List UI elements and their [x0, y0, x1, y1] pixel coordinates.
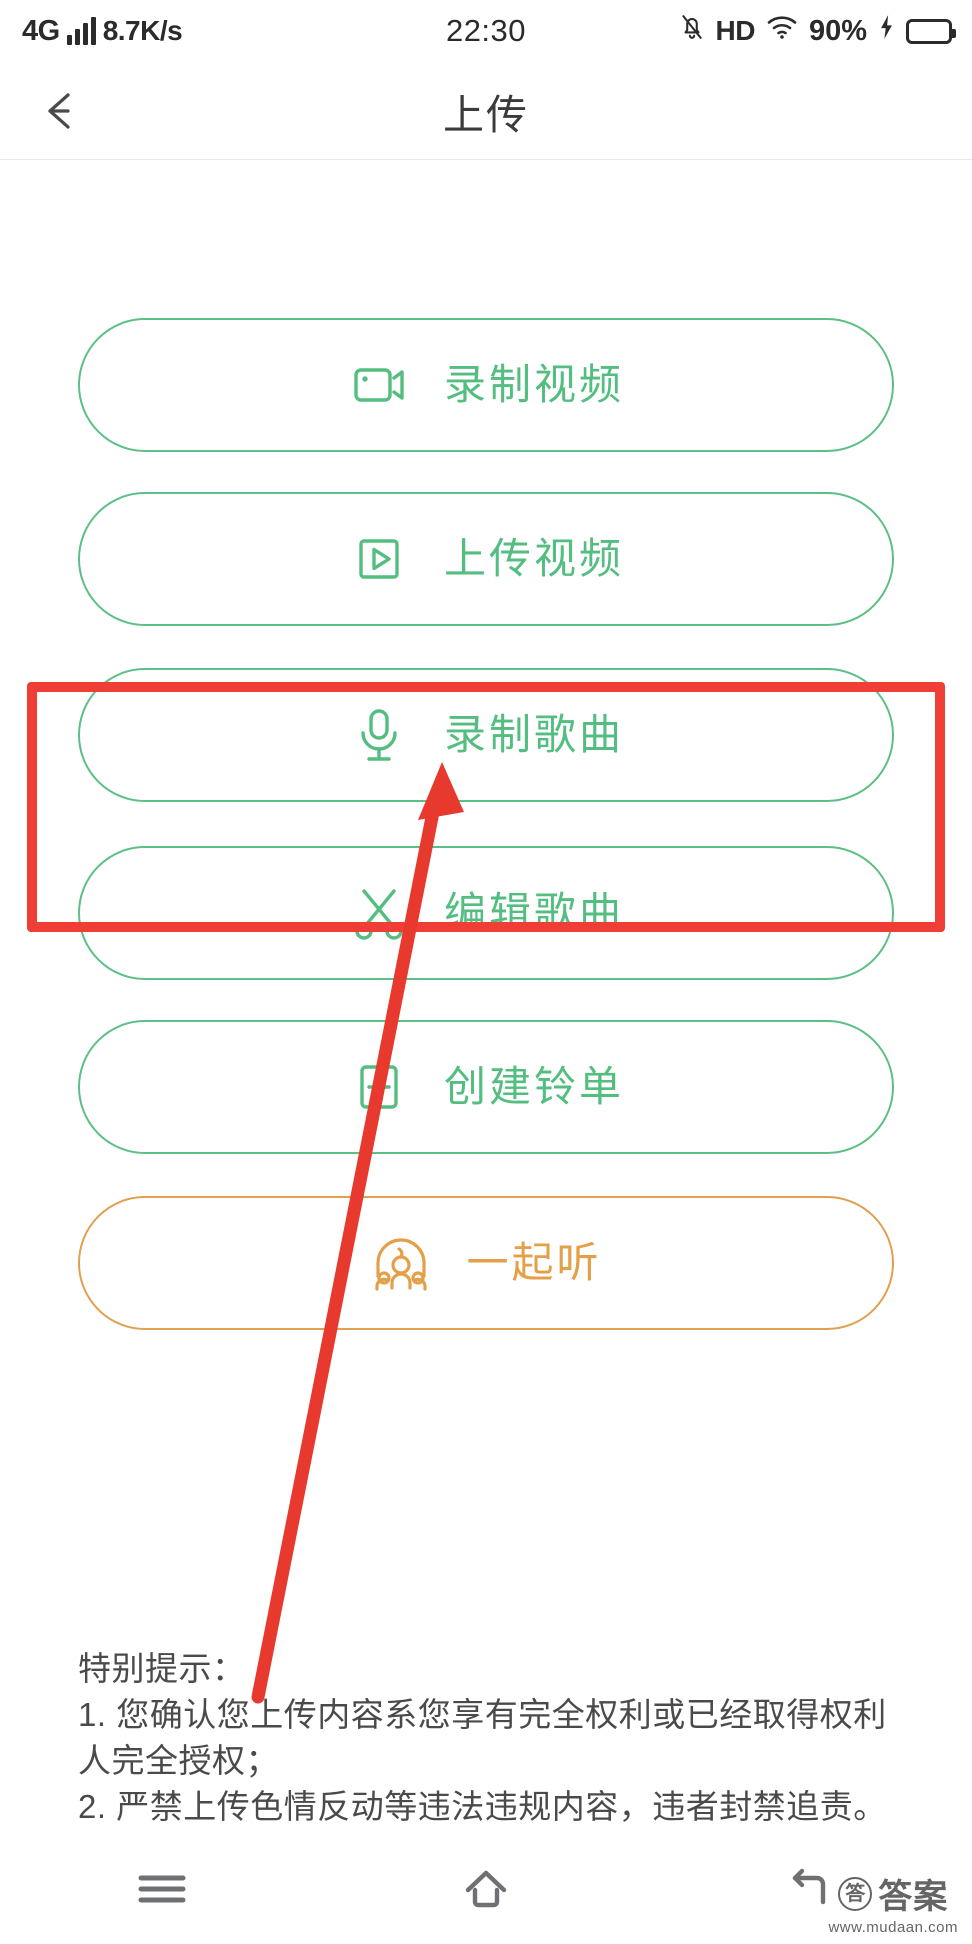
notice-line-3: 2. 严禁上传色情反动等违法违规内容，违者封禁追责。 [78, 1788, 887, 1825]
option-label: 一起听 [466, 1239, 602, 1286]
back-arrow-icon[interactable] [30, 79, 94, 143]
option-row-record-song: 录制歌曲 [78, 668, 894, 802]
home-icon[interactable] [324, 1864, 648, 1914]
page-header: 上传 [0, 62, 972, 160]
record-video-button[interactable]: 录制视频 [78, 318, 894, 452]
page-title: 上传 [443, 91, 529, 138]
upload-video-button[interactable]: 上传视频 [78, 492, 894, 626]
special-notice: 特别提示： 1. 您确认您上传内容系您享有完全权利或已经取得权利 人完全授权； … [78, 1646, 898, 1830]
record-song-button[interactable]: 录制歌曲 [78, 668, 894, 802]
video-camera-icon [348, 354, 410, 416]
option-row-edit-song: 编辑歌曲 [78, 846, 894, 980]
system-nav-bar [0, 1834, 972, 1944]
option-row-listen-together: 一起听 [78, 1196, 894, 1330]
option-label: 创建铃单 [443, 1063, 624, 1110]
watermark-main: 答 答案 [838, 1869, 948, 1918]
option-label: 录制视频 [443, 361, 624, 408]
notice-line-1: 1. 您确认您上传内容系您享有完全权利或已经取得权利 [78, 1696, 887, 1733]
watermark: 答 答案 www.mudaan.com [828, 1869, 958, 1936]
bell-muted-icon [679, 12, 705, 50]
option-label: 上传视频 [443, 535, 624, 582]
charging-bolt-icon [878, 14, 895, 48]
phone-screen: 4G 8.7K/s 22:30 HD 90% 上传 录制视频 上传视频 录制歌曲… [0, 0, 972, 1944]
option-row-create-ringlist: 创建铃单 [78, 1020, 894, 1154]
edit-song-button[interactable]: 编辑歌曲 [78, 846, 894, 980]
listen-together-button[interactable]: 一起听 [78, 1196, 894, 1330]
hd-label: HD [715, 15, 756, 46]
listen-together-icon [370, 1232, 432, 1294]
play-square-icon [348, 528, 410, 590]
notice-heading: 特别提示： [78, 1650, 246, 1687]
notice-line-2: 人完全授权； [78, 1742, 279, 1779]
wifi-icon [766, 14, 798, 48]
status-bar: 4G 8.7K/s 22:30 HD 90% [0, 0, 972, 62]
create-ringlist-button[interactable]: 创建铃单 [78, 1020, 894, 1154]
watermark-badge: 答 [838, 1876, 873, 1911]
watermark-url: www.mudaan.com [828, 1919, 958, 1936]
option-label: 录制歌曲 [443, 711, 624, 758]
scissors-icon [348, 882, 410, 944]
option-label: 编辑歌曲 [443, 889, 624, 936]
watermark-text: 答案 [878, 1878, 949, 1916]
battery-icon [906, 18, 956, 44]
plus-square-icon [348, 1056, 410, 1118]
option-row-upload-video: 上传视频 [78, 492, 894, 626]
option-row-record-video: 录制视频 [78, 318, 894, 452]
status-bar-right: HD 90% [679, 12, 956, 50]
menu-icon[interactable] [0, 1867, 324, 1911]
microphone-icon [348, 704, 410, 766]
battery-percent-label: 90% [808, 14, 867, 47]
